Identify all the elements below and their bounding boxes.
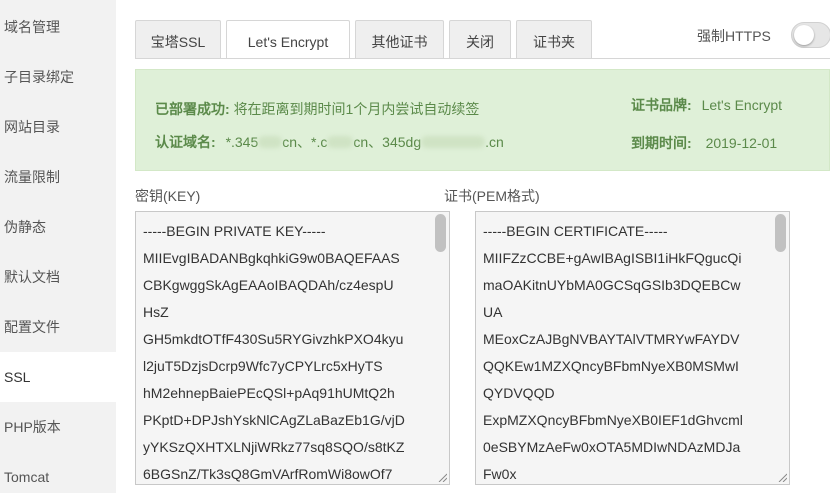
sidebar-item-php-version[interactable]: PHP版本 (0, 402, 116, 452)
deploy-status: 已部署成功: 将在距离到期时间1个月内尝试自动续签 (155, 99, 479, 119)
sidebar: 域名管理 子目录绑定 网站目录 流量限制 伪静态 默认文档 配置文件 SSL P… (0, 0, 116, 493)
tab-other-cert[interactable]: 其他证书 (355, 20, 444, 58)
cert-scrollbar-thumb[interactable] (775, 214, 786, 252)
redacted-blur (327, 136, 354, 148)
private-key-content: -----BEGIN PRIVATE KEY----- MIIEvgIBADAN… (143, 223, 405, 482)
sidebar-item-default-document[interactable]: 默认文档 (0, 252, 116, 302)
tab-cert-folder[interactable]: 证书夹 (516, 20, 592, 58)
sidebar-item-tomcat[interactable]: Tomcat (0, 452, 116, 502)
redacted-blur (421, 136, 486, 148)
key-scrollbar-thumb[interactable] (435, 214, 446, 252)
sidebar-item-traffic-limit[interactable]: 流量限制 (0, 152, 116, 202)
cert-brand: 证书品牌: Let's Encrypt (631, 95, 782, 115)
status-panel: 已部署成功: 将在距离到期时间1个月内尝试自动续签 认证域名: *.345 cn、… (135, 69, 830, 171)
sidebar-item-rewrite[interactable]: 伪静态 (0, 202, 116, 252)
sidebar-item-site-directory[interactable]: 网站目录 (0, 102, 116, 152)
deploy-status-text: 将在距离到期时间1个月内尝试自动续签 (233, 101, 480, 117)
tab-lets-encrypt[interactable]: Let's Encrypt (226, 20, 350, 59)
force-https-toggle[interactable] (791, 22, 830, 48)
tab-divider (135, 58, 830, 59)
tab-baota-ssl[interactable]: 宝塔SSL (135, 20, 221, 58)
certificate-textarea[interactable]: -----BEGIN CERTIFICATE----- MIIFZzCCBE+g… (475, 211, 790, 485)
sidebar-item-config-file[interactable]: 配置文件 (0, 302, 116, 352)
private-key-textarea[interactable]: -----BEGIN PRIVATE KEY----- MIIEvgIBADAN… (135, 211, 450, 485)
auth-domain: 认证域名: *.345 cn、*.c cn、345dg .cn (155, 132, 504, 152)
domain-part-3: cn、345dg (353, 134, 422, 150)
domain-part-4: .cn (485, 134, 504, 150)
auth-domain-label: 认证域名: (155, 134, 216, 150)
domain-part-2: cn、*.c (282, 134, 328, 150)
domain-part-1: *.345 (225, 134, 259, 150)
tab-close[interactable]: 关闭 (449, 20, 511, 58)
toggle-knob (794, 25, 814, 45)
sidebar-item-domain-management[interactable]: 域名管理 (0, 2, 116, 52)
key-label: 密钥(KEY) (135, 188, 201, 204)
expire-date-value: 2019-12-01 (705, 135, 778, 151)
cert-brand-value: Let's Encrypt (701, 97, 783, 113)
force-https-label: 强制HTTPS (697, 28, 771, 44)
cert-scrollbar[interactable] (775, 214, 787, 482)
sidebar-item-subdirectory-binding[interactable]: 子目录绑定 (0, 52, 116, 102)
certificate-content: -----BEGIN CERTIFICATE----- MIIFZzCCBE+g… (483, 223, 743, 482)
sidebar-item-ssl[interactable]: SSL (0, 352, 116, 402)
key-scrollbar[interactable] (435, 214, 447, 482)
deploy-status-label: 已部署成功: (155, 101, 230, 117)
expire-date-label: 到期时间: (631, 135, 692, 151)
expire-date: 到期时间: 2019-12-01 (631, 133, 777, 153)
resize-handle-icon[interactable] (778, 473, 787, 482)
cert-label: 证书(PEM格式) (444, 188, 540, 204)
resize-handle-icon[interactable] (438, 473, 447, 482)
cert-brand-label: 证书品牌: (631, 97, 692, 113)
redacted-blur (258, 136, 283, 148)
